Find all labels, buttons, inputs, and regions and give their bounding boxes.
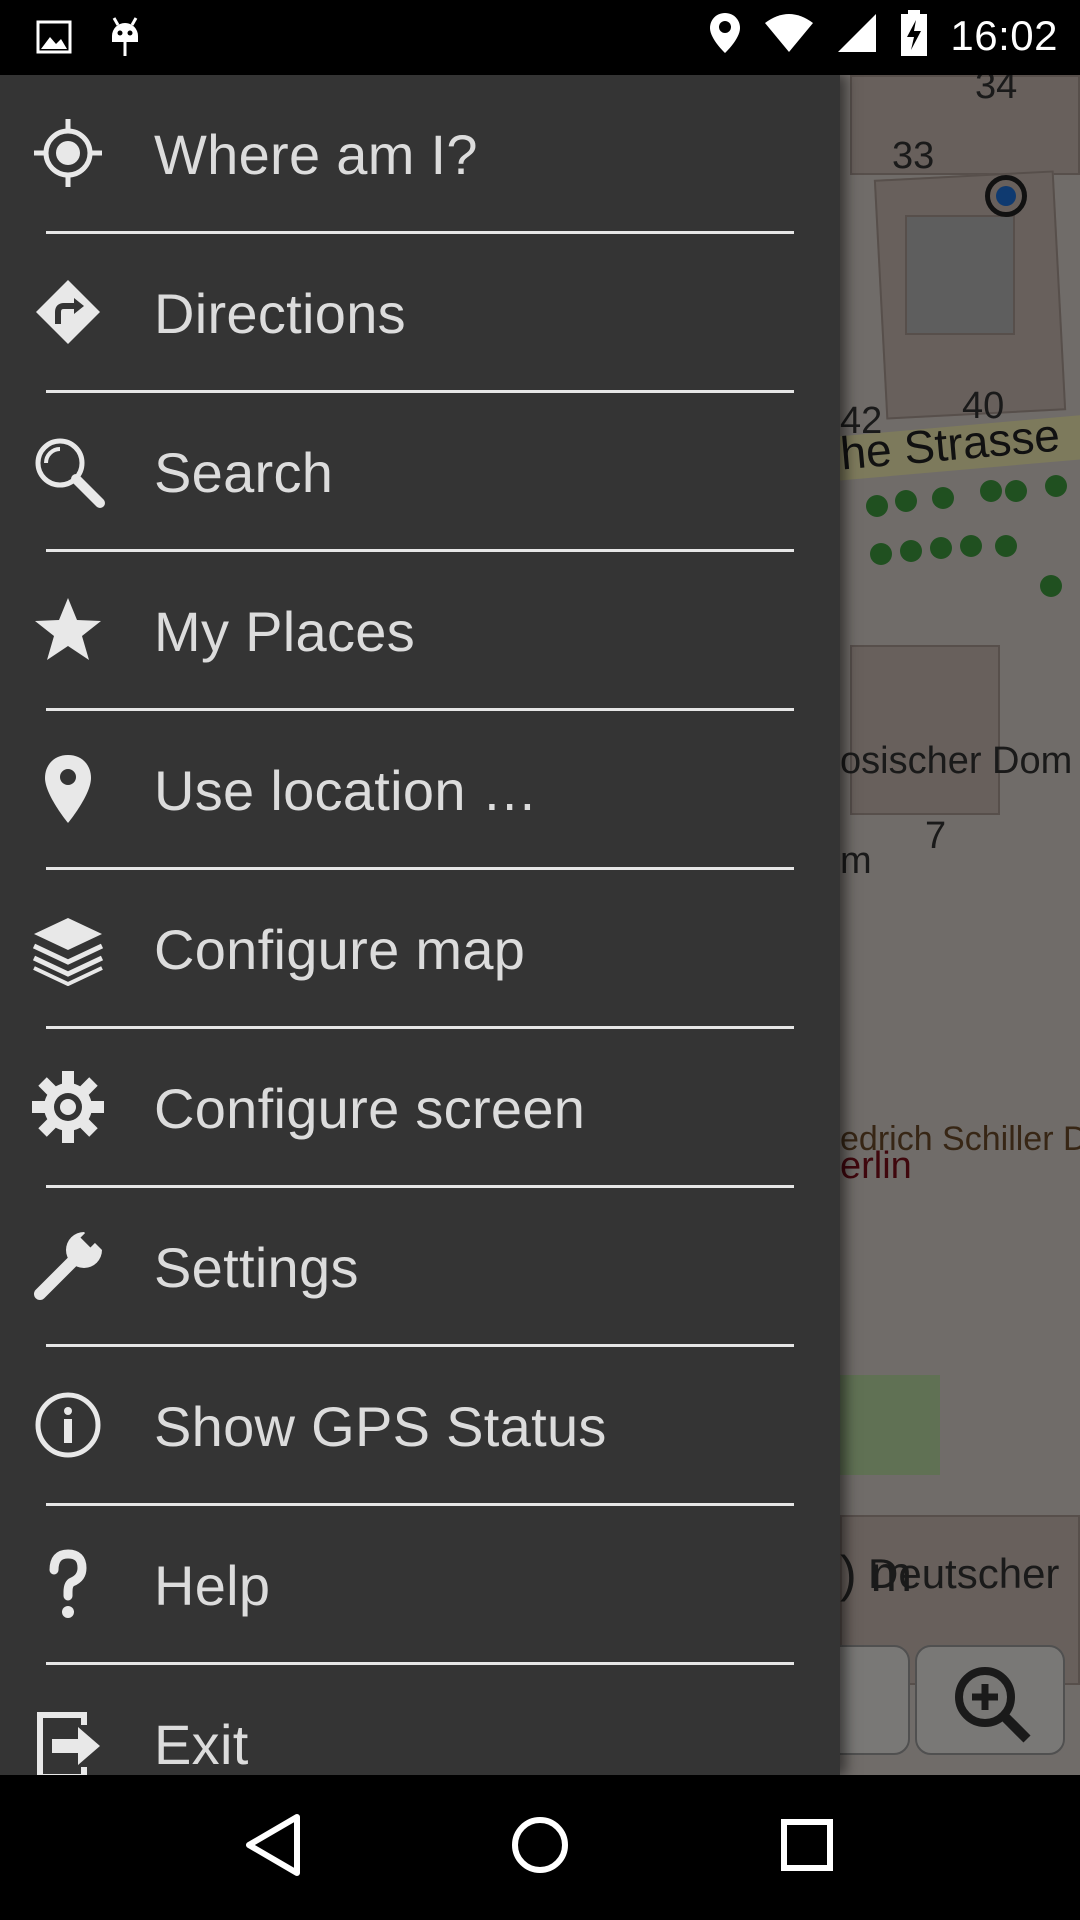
menu-item-label: Search bbox=[154, 441, 334, 504]
menu-item-label: My Places bbox=[154, 600, 415, 663]
menu-item-settings[interactable]: Settings bbox=[0, 1188, 840, 1347]
back-icon bbox=[243, 1813, 303, 1882]
home-icon bbox=[510, 1815, 570, 1880]
menu-item-configure-map[interactable]: Configure map bbox=[0, 870, 840, 1029]
system-nav-bar bbox=[0, 1775, 1080, 1920]
location-pin-icon bbox=[30, 751, 106, 827]
menu-item-label: Configure map bbox=[154, 918, 526, 981]
menu-item-label: Exit bbox=[154, 1713, 249, 1775]
gear-icon bbox=[30, 1069, 106, 1145]
image-icon bbox=[36, 20, 72, 59]
recents-icon bbox=[780, 1818, 834, 1877]
navigation-drawer: Where am I? Directions Search My Places … bbox=[0, 75, 840, 1775]
status-bar: 16:02 bbox=[0, 0, 1080, 75]
android-debug-icon bbox=[108, 14, 142, 65]
cell-signal-icon bbox=[836, 12, 878, 59]
home-button[interactable] bbox=[495, 1803, 585, 1893]
menu-item-label: Use location … bbox=[154, 759, 538, 822]
menu-item-label: Help bbox=[154, 1554, 271, 1617]
menu-item-my-places[interactable]: My Places bbox=[0, 552, 840, 711]
wrench-icon bbox=[30, 1228, 106, 1304]
clock: 16:02 bbox=[950, 11, 1058, 59]
menu-item-help[interactable]: Help bbox=[0, 1506, 840, 1665]
star-icon bbox=[30, 592, 106, 668]
menu-item-label: Where am I? bbox=[154, 123, 478, 186]
info-icon bbox=[30, 1387, 106, 1463]
menu-item-label: Settings bbox=[154, 1236, 359, 1299]
question-icon bbox=[30, 1546, 106, 1622]
menu-item-label: Show GPS Status bbox=[154, 1395, 607, 1458]
crosshair-location-icon bbox=[30, 115, 106, 191]
menu-item-label: Directions bbox=[154, 282, 406, 345]
menu-item-use-location[interactable]: Use location … bbox=[0, 711, 840, 870]
menu-item-gps-status[interactable]: Show GPS Status bbox=[0, 1347, 840, 1506]
menu-item-exit[interactable]: Exit bbox=[0, 1665, 840, 1775]
menu-item-label: Configure screen bbox=[154, 1077, 586, 1140]
directions-icon bbox=[30, 274, 106, 350]
wifi-icon bbox=[764, 13, 814, 58]
layers-icon bbox=[30, 910, 106, 986]
exit-icon bbox=[30, 1705, 106, 1775]
location-pin-icon bbox=[708, 11, 742, 60]
search-icon bbox=[30, 433, 106, 509]
menu-item-where-am-i[interactable]: Where am I? bbox=[0, 75, 840, 234]
menu-item-configure-screen[interactable]: Configure screen bbox=[0, 1029, 840, 1188]
recents-button[interactable] bbox=[762, 1803, 852, 1893]
back-button[interactable] bbox=[228, 1803, 318, 1893]
menu-item-search[interactable]: Search bbox=[0, 393, 840, 552]
menu-item-directions[interactable]: Directions bbox=[0, 234, 840, 393]
battery-charging-icon bbox=[900, 10, 928, 61]
